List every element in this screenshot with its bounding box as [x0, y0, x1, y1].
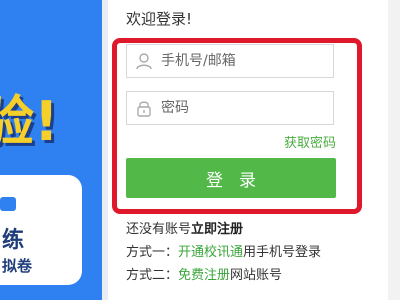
- login-title: 欢迎登录!: [126, 10, 193, 28]
- right-edge: [388, 0, 400, 300]
- banner-card-mark: [0, 197, 16, 211]
- method2-prefix: 方式二：: [126, 268, 179, 283]
- register-now-link[interactable]: 立即注册: [191, 222, 243, 237]
- banner-card-line2: 拟卷: [2, 257, 33, 275]
- free-register-link[interactable]: 免费注册: [178, 268, 230, 283]
- no-account-text: 还没有账号: [126, 222, 192, 237]
- panel-divider: [102, 0, 108, 300]
- banner-card: 练 拟卷: [0, 175, 82, 285]
- banner-card-line1: 练: [2, 228, 25, 253]
- banner-headline: 验!: [0, 90, 59, 153]
- method1-prefix: 方式一：: [126, 245, 179, 260]
- highlight-annotation: [112, 38, 362, 214]
- promo-banner[interactable]: 验! 练 拟卷: [0, 0, 102, 300]
- register-prompt: 还没有账号立即注册: [126, 218, 243, 237]
- login-method-2: 方式二：免费注册网站账号: [126, 264, 282, 283]
- open-xiaoxuntong-link[interactable]: 开通校讯通: [178, 245, 243, 260]
- method1-suffix: 用手机号登录: [243, 245, 322, 260]
- method2-suffix: 网站账号: [230, 268, 283, 283]
- login-method-1: 方式一：开通校讯通用手机号登录: [126, 241, 321, 260]
